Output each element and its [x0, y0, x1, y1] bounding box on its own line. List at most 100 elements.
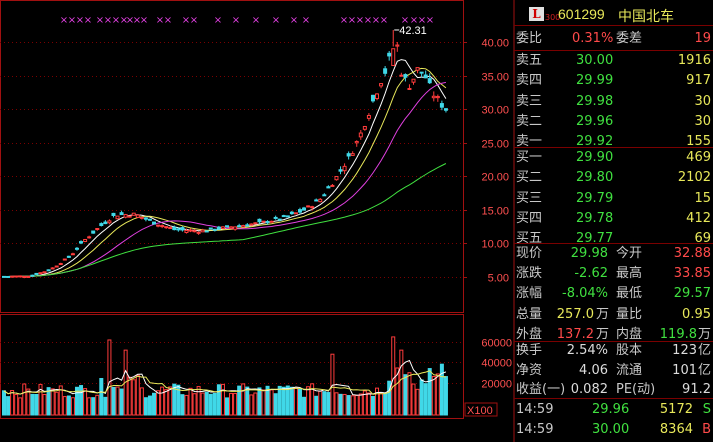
- candle-body: [139, 216, 144, 219]
- candle-body: [383, 68, 388, 74]
- event-markers: × × × × × × × ×××× × × × × × × × × × × × × × × × × × × × ×: [60, 15, 434, 26]
- ask-label: 卖四: [516, 73, 543, 89]
- event-marker: ×: [252, 15, 260, 26]
- ask-row[interactable]: 卖五 30.00 1916: [514, 51, 713, 71]
- candle-body: [281, 215, 286, 218]
- candle-body: [70, 253, 75, 256]
- volume-bar: [212, 392, 217, 416]
- candle-body: [2, 275, 6, 278]
- candle-body: [366, 114, 371, 119]
- candle-body: [314, 199, 319, 202]
- bid-price: 29.80: [576, 170, 614, 186]
- bid-volume: 412: [686, 210, 711, 226]
- candle-body: [188, 229, 193, 232]
- volume-bar: [200, 392, 205, 416]
- volume-bar: [26, 388, 31, 416]
- candle-body: [99, 223, 104, 226]
- wecha-label: 委差: [616, 31, 643, 46]
- bid-row[interactable]: 买三 29.79 15: [514, 189, 713, 209]
- ask-volume: 30: [694, 113, 711, 129]
- volume-bar: [334, 392, 339, 416]
- volume-bar: [423, 383, 428, 416]
- stat-value: 0.95: [682, 306, 711, 322]
- stat-value: 33.85: [673, 266, 711, 282]
- volume-bar: [289, 386, 294, 416]
- bid-volume: 15: [694, 190, 711, 206]
- bid-label: 买三: [516, 190, 543, 206]
- candle-body: [297, 209, 302, 213]
- volume-bar: [383, 392, 388, 416]
- stat-label: 今开: [616, 246, 643, 261]
- ask-row[interactable]: 卖四 29.99 917: [514, 71, 713, 91]
- candle-body: [34, 272, 39, 275]
- volume-bar: [103, 396, 108, 416]
- volume-bar: [399, 349, 404, 416]
- ask-row[interactable]: 卖二 29.96 30: [514, 112, 713, 132]
- candle-body: [245, 224, 250, 227]
- stock-name[interactable]: 中国北车: [618, 6, 674, 26]
- candle-body: [387, 52, 392, 57]
- stat-row[interactable]: 涨跌 -2.62 最高 33.85: [514, 264, 713, 284]
- webi-row[interactable]: 委比 0.31% 委差 19: [514, 29, 713, 49]
- tick-row[interactable]: 14:59 29.96 5172 S: [514, 400, 713, 420]
- volume-bar: [66, 395, 71, 416]
- bid-row[interactable]: 买四 29.78 412: [514, 209, 713, 229]
- candle-body: [407, 87, 412, 90]
- volume-bar: [366, 392, 371, 416]
- stat-row[interactable]: 涨幅 -8.04% 最低 29.57: [514, 284, 713, 304]
- volume-bar: [139, 387, 144, 416]
- axis-labels: 40.00 35.00 30.00 25.00 20.00 15.00 10.00 5.00 6…: [464, 38, 512, 417]
- candle-body: [265, 220, 270, 224]
- bid-row[interactable]: 买二 29.80 2102: [514, 168, 713, 188]
- candle-body: [87, 236, 92, 239]
- volume-bar: [18, 397, 23, 416]
- candle-body: [330, 184, 335, 187]
- stat-row[interactable]: 现价 29.98 今开 32.88: [514, 244, 713, 264]
- candle-body: [176, 228, 181, 231]
- panel-divider: [514, 25, 713, 26]
- candle-body: [285, 215, 290, 218]
- volume-bar: [62, 396, 67, 416]
- price-tick-label: 25.00: [481, 139, 509, 151]
- info-value: 123: [672, 343, 697, 358]
- candle-body: [241, 225, 246, 228]
- volume-bar: [435, 373, 440, 416]
- info-row[interactable]: 换手 2.54% 股本 123 亿: [514, 341, 713, 361]
- bid-row[interactable]: 买一 29.90 469: [514, 148, 713, 168]
- volume-bar: [411, 383, 416, 416]
- stat-label: 量比: [616, 306, 643, 322]
- price-tick-label: 5.00: [488, 273, 509, 285]
- info-label: 流通: [616, 362, 643, 378]
- volume-bar: [419, 379, 424, 416]
- ma-line: [4, 163, 447, 277]
- info-unit: 亿: [697, 343, 711, 358]
- candle-body: [415, 67, 420, 71]
- bid-volume: 469: [686, 150, 711, 165]
- bid-price: 29.78: [576, 210, 614, 226]
- candle-body: [370, 94, 375, 102]
- ask-row[interactable]: 卖三 29.98 30: [514, 92, 713, 112]
- info-row[interactable]: 净资 4.06 流通 101 亿: [514, 361, 713, 381]
- candle-body: [439, 103, 444, 108]
- volume-bar: [2, 390, 6, 416]
- volume-bar: [306, 386, 311, 416]
- candle-body: [143, 217, 148, 220]
- stat-value: 29.57: [673, 286, 711, 302]
- volume-bar: [22, 383, 27, 416]
- candle-body: [338, 169, 343, 172]
- volume-bar: [131, 379, 136, 416]
- stat-row[interactable]: 总量 257.0 万量比 0.95: [514, 305, 713, 325]
- volume-bar: [143, 397, 148, 416]
- webi-value: 0.31%: [572, 31, 614, 46]
- tick-row[interactable]: 14:59 30.00 8364 B: [514, 420, 713, 440]
- stock-code: 601299: [558, 6, 605, 22]
- candle-body: [375, 93, 380, 100]
- tick-side: B: [702, 422, 711, 437]
- volume-bar: [79, 385, 84, 416]
- candle-body: [184, 229, 189, 234]
- candle-body: [62, 258, 67, 261]
- volume-bar: [91, 397, 96, 416]
- candle-body: [431, 95, 436, 99]
- stat-value: -8.04%: [562, 286, 608, 302]
- volume-bar: [439, 363, 444, 416]
